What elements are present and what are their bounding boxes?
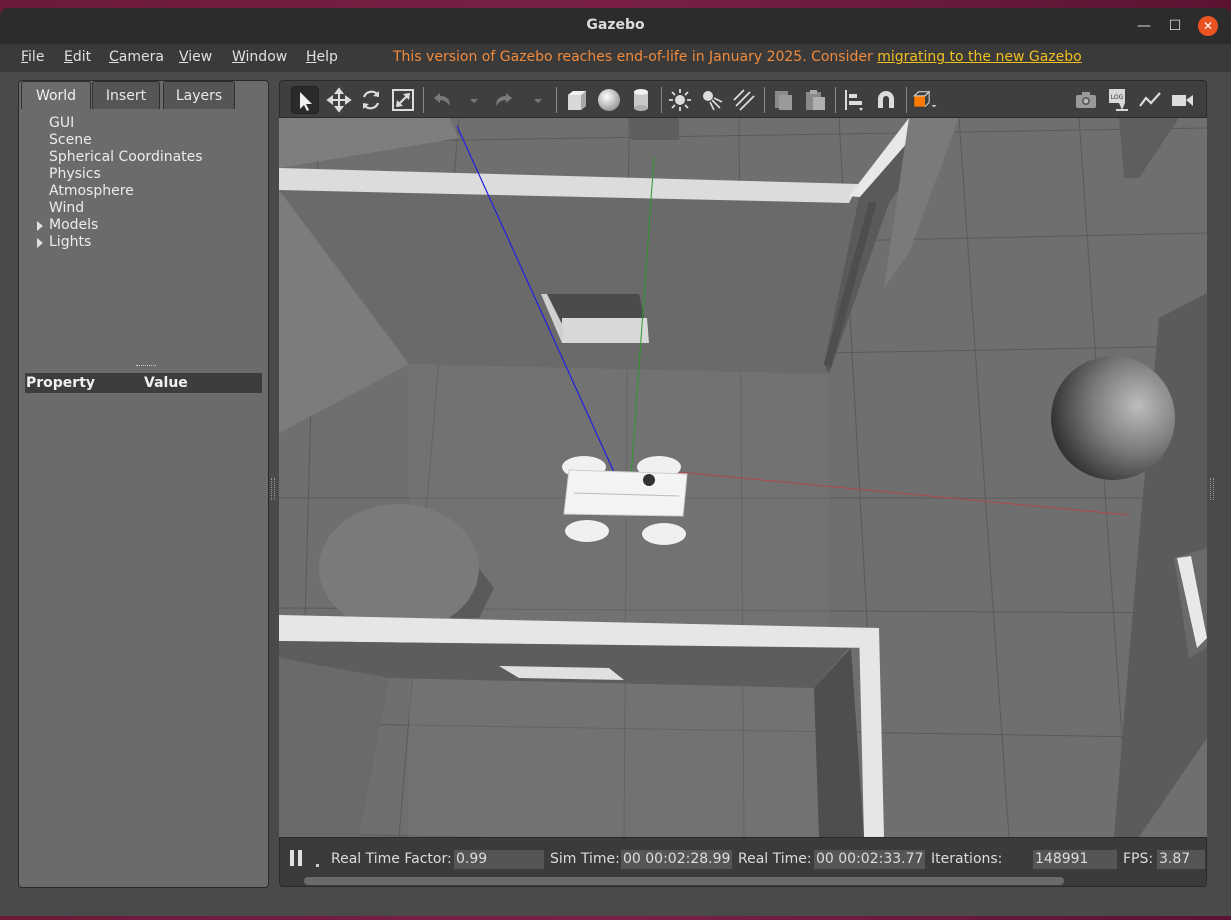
tree-item-spherical-coordinates[interactable]: Spherical Coordinates (49, 149, 203, 166)
redo-history-icon[interactable] (524, 86, 542, 114)
menu-help[interactable]: Help (306, 49, 338, 65)
view-angle-icon[interactable] (911, 86, 945, 114)
tree-item-gui[interactable]: GUI (49, 115, 74, 132)
real-time-field: 00 00:02:33.771 (814, 850, 925, 869)
left-splitter-handle[interactable] (271, 478, 275, 500)
translate-icon[interactable] (325, 86, 353, 114)
world-panel: World Insert Layers GUI Scene Spherical … (18, 80, 269, 888)
horizontal-scrollbar[interactable] (304, 877, 1064, 885)
real-time-factor-label: Real Time Factor: (331, 851, 452, 867)
expand-arrow-icon[interactable] (37, 221, 43, 231)
minimize-button[interactable]: — (1134, 16, 1154, 36)
toolbar-separator (661, 87, 662, 113)
title-bar: Gazebo — ☐ ✕ (0, 8, 1231, 44)
pause-icon[interactable] (290, 850, 304, 868)
tree-item-physics[interactable]: Physics (49, 166, 101, 183)
tree-item-wind[interactable]: Wind (49, 200, 84, 217)
menu-file[interactable]: File (21, 49, 44, 65)
sim-time-field: 00 00:02:28.991 (621, 850, 732, 869)
directional-light-icon[interactable] (730, 86, 758, 114)
right-splitter-handle[interactable] (1210, 478, 1214, 500)
main-toolbar: LOG (279, 80, 1207, 118)
toolbar-separator (764, 87, 765, 113)
screenshot-icon[interactable] (1072, 86, 1100, 114)
tab-world[interactable]: World (21, 81, 91, 109)
box-shape-icon[interactable] (563, 86, 591, 114)
maximize-button[interactable]: ☐ (1165, 16, 1185, 36)
iterations-label: Iterations: (931, 851, 1003, 867)
align-icon[interactable] (840, 86, 868, 114)
menu-edit[interactable]: Edit (64, 49, 91, 65)
svg-text:LOG: LOG (1111, 94, 1124, 101)
undo-history-icon[interactable] (460, 86, 478, 114)
status-bar: Real Time Factor: 0.99 Sim Time: 00 00:0… (279, 837, 1207, 887)
tab-layers[interactable]: Layers (163, 81, 235, 109)
tree-item-atmosphere[interactable]: Atmosphere (49, 183, 134, 200)
undo-icon[interactable] (428, 86, 456, 114)
tree-item-lights[interactable]: Lights (37, 234, 92, 251)
panel-tabs: World Insert Layers (19, 81, 268, 109)
copy-icon[interactable] (769, 86, 797, 114)
close-button[interactable]: ✕ (1198, 16, 1218, 36)
gazebo-window: Gazebo — ☐ ✕ File Edit Camera View Windo… (0, 8, 1231, 916)
tree-item-label: Lights (49, 234, 92, 250)
point-light-icon[interactable] (666, 86, 694, 114)
step-icon[interactable] (316, 864, 319, 867)
select-arrow-icon[interactable] (291, 86, 319, 114)
property-table-header: Property Value (25, 373, 262, 393)
real-time-label: Real Time: (738, 851, 812, 867)
tree-item-scene[interactable]: Scene (49, 132, 92, 149)
value-column-header: Value (144, 375, 188, 391)
toolbar-separator (556, 87, 557, 113)
paste-icon[interactable] (801, 86, 829, 114)
redo-icon[interactable] (490, 86, 518, 114)
menu-camera[interactable]: Camera (109, 49, 164, 65)
log-icon[interactable]: LOG (1104, 86, 1132, 114)
scene-render (279, 118, 1207, 837)
real-time-factor-field: 0.99 (454, 850, 544, 869)
tree-item-models[interactable]: Models (37, 217, 99, 234)
menu-bar: File Edit Camera View Window Help This v… (0, 44, 1231, 72)
scale-icon[interactable] (389, 86, 417, 114)
tree-item-label: Models (49, 217, 99, 233)
record-video-icon[interactable] (1168, 86, 1196, 114)
sim-time-label: Sim Time: (550, 851, 620, 867)
fps-field: 3.87 (1157, 850, 1205, 869)
property-column-header: Property (26, 375, 96, 391)
window-title: Gazebo (586, 17, 645, 33)
toolbar-separator (423, 87, 424, 113)
expand-arrow-icon[interactable] (37, 238, 43, 248)
panel-splitter-handle[interactable] (136, 365, 156, 368)
toolbar-separator (906, 87, 907, 113)
fps-label: FPS: (1123, 851, 1154, 867)
iterations-field: 148991 (1033, 850, 1117, 869)
menu-view[interactable]: View (179, 49, 212, 65)
cylinder-shape-icon[interactable] (627, 86, 655, 114)
toolbar-separator (835, 87, 836, 113)
eol-notice: This version of Gazebo reaches end-of-li… (393, 49, 1082, 65)
rotate-icon[interactable] (357, 86, 385, 114)
migration-link[interactable]: migrating to the new Gazebo (877, 49, 1082, 65)
tab-insert[interactable]: Insert (92, 81, 160, 109)
sphere-shape-icon[interactable] (595, 86, 623, 114)
menu-window[interactable]: Window (232, 49, 287, 65)
plot-icon[interactable] (1136, 86, 1164, 114)
3d-scene-viewport[interactable] (279, 118, 1207, 837)
spot-light-icon[interactable] (698, 86, 726, 114)
snap-magnet-icon[interactable] (872, 86, 900, 114)
